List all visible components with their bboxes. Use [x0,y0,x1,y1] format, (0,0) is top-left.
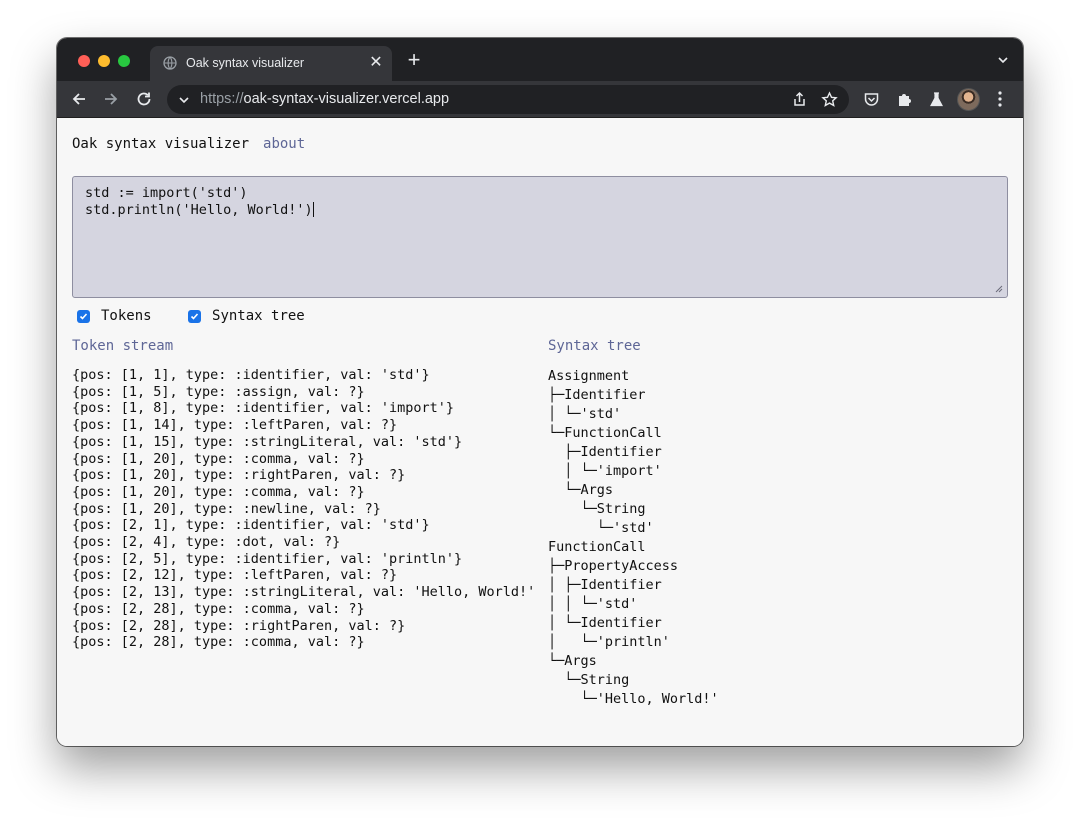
tree-node: │ │ └─'std' [548,596,638,612]
syntax-tree-option[interactable]: Syntax tree [188,308,305,324]
tree-node: │ └─'std' [548,406,622,422]
checkmark-icon [190,312,199,320]
url-text[interactable]: https://oak-syntax-visualizer.vercel.app [200,91,449,107]
token-stream-list: {pos: [1, 1], type: :identifier, val: 's… [72,367,535,651]
token-row: {pos: [2, 28], type: :rightParen, val: ?… [72,617,406,634]
back-arrow-icon [72,93,85,105]
editor-line: std.println('Hello, World!') [85,202,313,218]
token-row: {pos: [2, 5], type: :identifier, val: 'p… [72,550,463,567]
url-host: oak-syntax-visualizer.vercel.app [243,91,450,107]
token-row: {pos: [1, 15], type: :stringLiteral, val… [72,433,463,450]
token-row: {pos: [2, 1], type: :identifier, val: 's… [72,517,430,534]
tab-search-chevron-icon[interactable] [997,54,1009,66]
tree-node: ├─PropertyAccess [548,558,679,574]
token-row: {pos: [1, 14], type: :leftParen, val: ?} [72,417,398,434]
syntax-tree-view: Assignment ├─Identifier │ └─'std' └─Functio… [548,367,719,709]
close-window-button[interactable] [78,55,90,67]
token-row: {pos: [1, 20], type: :rightParen, val: ?… [72,467,406,484]
tree-node: └─'Hello, World!' [548,691,719,707]
tree-node: FunctionCall [548,539,646,555]
forward-button[interactable] [102,90,120,108]
address-bar[interactable]: https://oak-syntax-visualizer.vercel.app [167,85,849,114]
syntax-tree-heading: Syntax tree [548,338,641,354]
tab-strip: Oak syntax visualizer ✕ + [57,38,1023,81]
token-row: {pos: [1, 20], type: :comma, val: ?} [72,450,365,467]
tokens-option[interactable]: Tokens [77,308,152,324]
site-info-chevron-icon[interactable] [177,93,191,107]
site-title: Oak syntax visualizer [72,136,250,152]
about-link[interactable]: about [263,136,305,152]
tree-node: Assignment [548,368,630,384]
checkmark-icon [79,312,88,320]
tab-title: Oak syntax visualizer [186,56,305,70]
tree-node: └─String [548,501,646,517]
browser-tab[interactable]: Oak syntax visualizer ✕ [150,46,392,81]
tokens-label: Tokens [101,308,152,324]
token-row: {pos: [1, 8], type: :identifier, val: 'i… [72,400,455,417]
reload-icon [137,92,151,106]
tree-node: └─String [548,672,630,688]
tree-node: │ └─Identifier [548,615,662,631]
syntax-tree-checkbox[interactable] [188,309,202,323]
token-row: {pos: [1, 1], type: :identifier, val: 's… [72,367,430,383]
browser-window: Oak syntax visualizer ✕ + https://oak-sy… [57,38,1023,746]
token-row: {pos: [1, 20], type: :newline, val: ?} [72,500,381,517]
flask-icon[interactable] [928,91,945,108]
share-icon[interactable] [791,91,808,108]
back-button[interactable] [70,90,88,108]
token-row: {pos: [2, 28], type: :comma, val: ?} [72,600,365,617]
text-caret [312,202,314,217]
tree-node: │ ├─Identifier [548,577,662,593]
tokens-checkbox[interactable] [77,309,90,323]
minimize-window-button[interactable] [98,55,110,67]
syntax-tree-label: Syntax tree [212,308,305,324]
globe-icon [163,56,177,70]
maximize-window-button[interactable] [118,55,130,67]
page-content: Oak syntax visualizer about std := import… [57,118,1023,746]
editor-line: std := import('std') [85,185,248,201]
kebab-menu-icon[interactable] [997,90,1003,108]
profile-avatar[interactable] [957,88,980,111]
view-options: Tokens Syntax tree [77,308,333,325]
url-scheme: https:// [200,91,244,107]
reload-button[interactable] [135,90,153,108]
code-editor-textarea[interactable]: std := import('std') std.println('Hello,… [72,176,1008,298]
star-icon[interactable] [821,91,838,108]
site-header: Oak syntax visualizer about [72,136,305,152]
token-row: {pos: [2, 13], type: :stringLiteral, val… [72,584,536,601]
tree-node: └─Args [548,653,597,669]
tree-node: ├─Identifier [548,444,662,460]
pocket-icon[interactable] [863,91,880,108]
tree-node: └─FunctionCall [548,425,662,441]
tree-node: └─'std' [548,520,654,536]
forward-arrow-icon [105,93,118,105]
tree-node: │ └─'import' [548,463,662,479]
token-row: {pos: [2, 4], type: :dot, val: ?} [72,534,341,551]
token-row: {pos: [2, 12], type: :leftParen, val: ?} [72,567,398,584]
token-row: {pos: [2, 28], type: :comma, val: ?} [72,634,365,651]
puzzle-icon[interactable] [896,91,913,108]
tree-node: └─Args [548,482,614,498]
tree-node: ├─Identifier [548,387,646,403]
token-row: {pos: [1, 5], type: :assign, val: ?} [72,383,365,400]
token-stream-heading: Token stream [72,338,174,354]
tree-node: │ └─'println' [548,634,670,650]
browser-toolbar: https://oak-syntax-visualizer.vercel.app [57,81,1023,118]
token-row: {pos: [1, 20], type: :comma, val: ?} [72,483,365,500]
tab-close-icon[interactable]: ✕ [368,55,384,71]
resize-grip-icon[interactable] [995,285,1003,293]
new-tab-plus-icon[interactable]: + [405,49,423,71]
